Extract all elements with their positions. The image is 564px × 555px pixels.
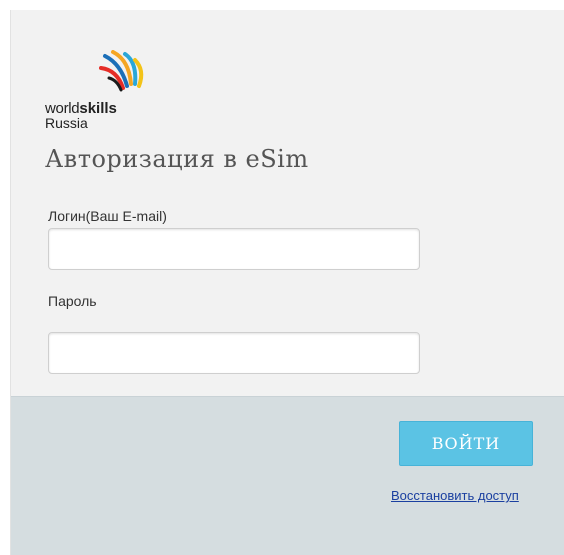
login-submit-button[interactable]: ВОЙТИ <box>399 421 533 466</box>
password-input[interactable] <box>48 332 420 374</box>
logo-russia-text: Russia <box>45 115 88 131</box>
login-label: Логин(Ваш E-mail) <box>48 208 167 224</box>
password-label: Пароль <box>48 293 97 309</box>
restore-access-link[interactable]: Восстановить доступ <box>391 488 521 504</box>
page-title: Авторизация в eSim <box>45 145 309 173</box>
form-footer: ВОЙТИ Восстановить доступ <box>11 396 564 555</box>
logo-wordmark: worldskills Russia <box>45 101 117 131</box>
login-email-input[interactable] <box>48 228 420 270</box>
worldskills-logo: worldskills Russia <box>45 50 165 130</box>
login-panel: worldskills Russia Авторизация в eSim Ло… <box>10 10 564 555</box>
worldskills-hand-icon <box>99 50 144 92</box>
